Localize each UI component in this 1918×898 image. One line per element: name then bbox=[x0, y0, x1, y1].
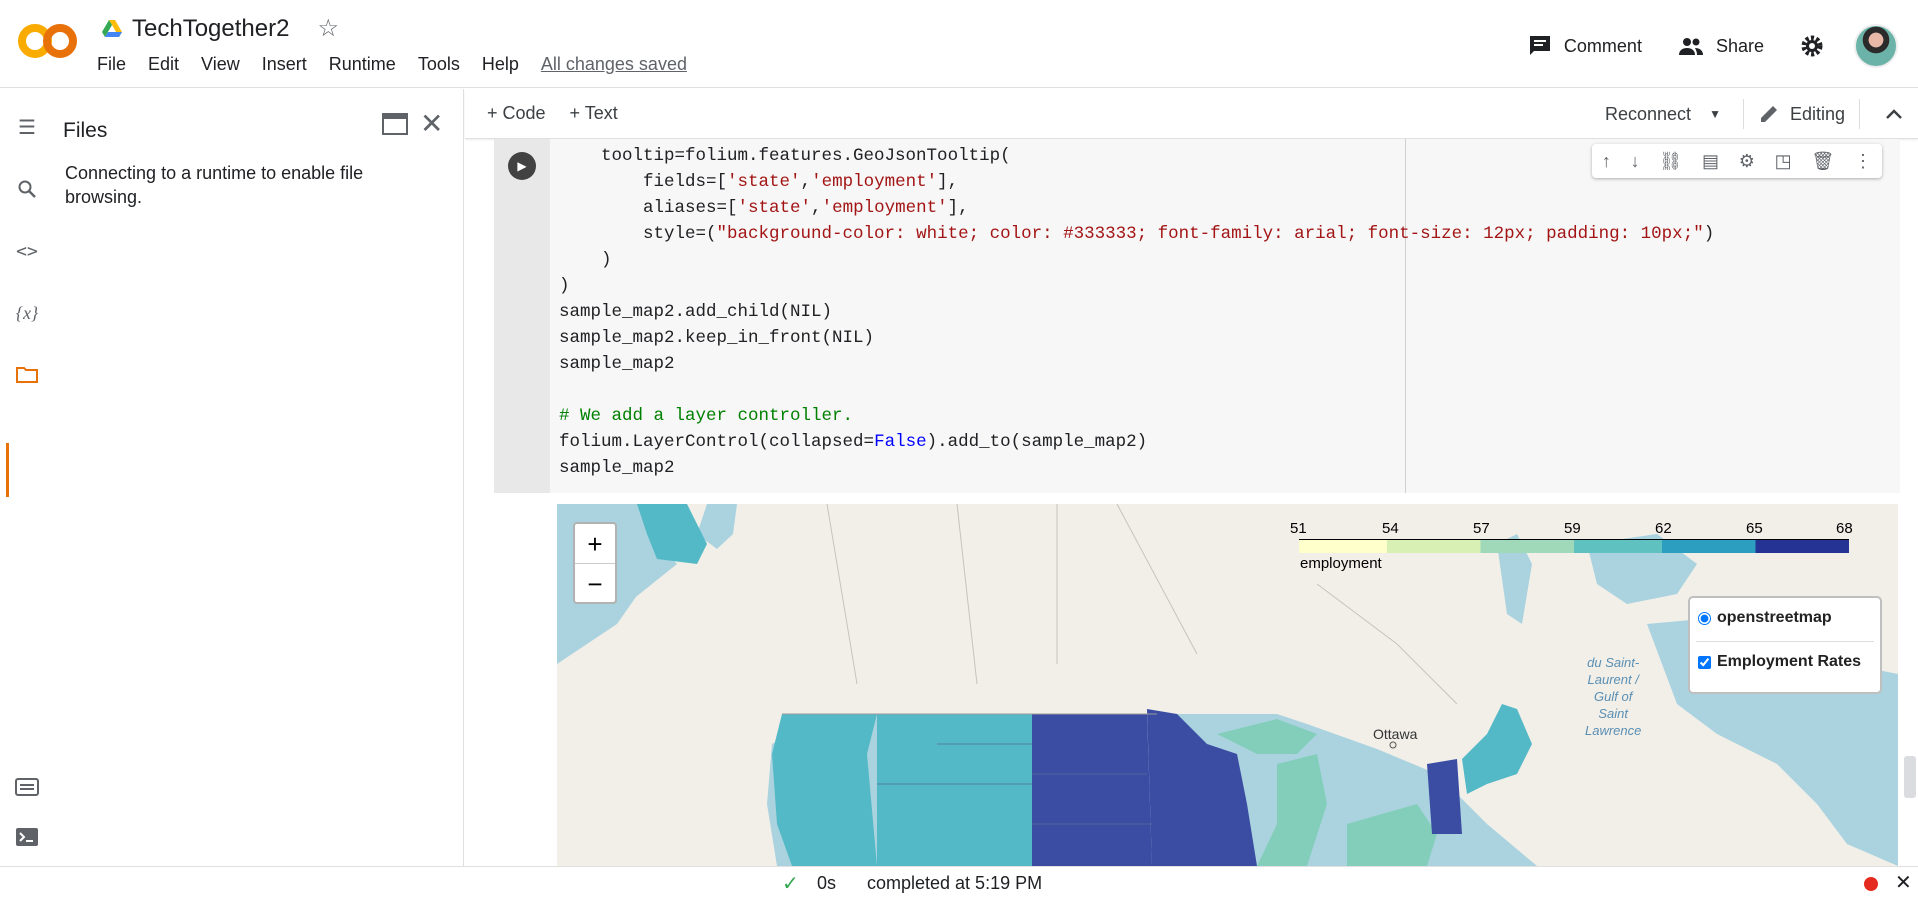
legend-label: employment bbox=[1300, 555, 1382, 572]
overlay-layer-checkbox[interactable] bbox=[1698, 655, 1711, 669]
code-line: ) bbox=[559, 276, 570, 296]
chevron-down-icon[interactable]: ▼ bbox=[1709, 107, 1721, 121]
menu-file[interactable]: File bbox=[97, 54, 126, 75]
code-line: sample_map2.keep_in_front(NIL) bbox=[559, 328, 875, 348]
menu-runtime[interactable]: Runtime bbox=[329, 54, 396, 75]
comment-button[interactable]: Comment bbox=[1528, 35, 1642, 57]
comment-icon bbox=[1529, 36, 1550, 55]
share-label: Share bbox=[1715, 35, 1764, 56]
run-cell-button[interactable]: ▶ bbox=[508, 152, 536, 180]
colab-logo[interactable] bbox=[18, 22, 78, 60]
scrollbar-thumb[interactable] bbox=[1904, 756, 1916, 798]
menu-insert[interactable]: Insert bbox=[262, 54, 307, 75]
command-palette-icon[interactable] bbox=[14, 777, 40, 803]
settings-icon[interactable]: ⚙ bbox=[1739, 151, 1755, 172]
mirror-cell-icon[interactable]: ◳ bbox=[1775, 151, 1792, 172]
star-icon[interactable]: ☆ bbox=[317, 14, 339, 43]
execution-status[interactable]: completed at 5:19 PM bbox=[867, 873, 1042, 894]
map-label-ottawa: Ottawa bbox=[1373, 726, 1418, 742]
execution-duration[interactable]: 0s bbox=[817, 873, 836, 894]
comment-label: Comment bbox=[1563, 35, 1642, 56]
editing-mode-button[interactable]: Editing bbox=[1790, 104, 1845, 125]
move-down-icon[interactable]: ↓ bbox=[1631, 151, 1640, 172]
toolbar-divider bbox=[1742, 99, 1744, 129]
more-options-icon[interactable]: ⋮ bbox=[1854, 151, 1872, 172]
code-line: sample_map2.add_child(NIL) bbox=[559, 302, 833, 322]
reconnect-button[interactable]: Reconnect bbox=[1605, 104, 1691, 125]
map-label-gulf: du Saint- Laurent / Gulf of Saint Lawren… bbox=[1585, 655, 1642, 738]
open-in-tab-icon[interactable] bbox=[382, 113, 408, 142]
code-line: ) bbox=[559, 250, 612, 270]
people-icon bbox=[1678, 38, 1703, 55]
menu-bar: File Edit View Insert Runtime Tools Help… bbox=[97, 54, 709, 75]
code-line: style=("background-color: white; color: … bbox=[559, 224, 1715, 244]
code-line: tooltip=folium.features.GeoJsonTooltip( bbox=[559, 146, 1011, 166]
runtime-status-dot bbox=[1864, 877, 1878, 891]
user-avatar[interactable] bbox=[1854, 24, 1898, 68]
notebook-toolbar: + Code + Text Reconnect ▼ Editing bbox=[465, 89, 1918, 139]
files-title: Files bbox=[63, 119, 108, 142]
base-layer-radio[interactable] bbox=[1698, 611, 1711, 625]
zoom-out-button[interactable]: − bbox=[575, 564, 615, 604]
base-layer-label: openstreetmap bbox=[1717, 609, 1832, 626]
files-status-message: Connecting to a runtime to enable file b… bbox=[65, 163, 364, 207]
code-snippets-icon[interactable]: <> bbox=[14, 241, 40, 267]
code-comment: # We add a layer controller. bbox=[559, 406, 854, 426]
pencil-icon bbox=[1760, 106, 1777, 122]
cell-toolbar: ↑ ↓ ⛓ ▤ ⚙ ◳ 🗑 ⋮ bbox=[1592, 144, 1882, 178]
variables-icon[interactable]: {x} bbox=[14, 303, 40, 329]
share-button[interactable]: Share bbox=[1678, 36, 1764, 57]
code-editor[interactable]: tooltip=folium.features.GeoJsonTooltip( … bbox=[559, 143, 1714, 481]
code-line: aliases=['state','employment'], bbox=[559, 198, 969, 218]
layer-control-divider bbox=[1696, 641, 1874, 642]
delete-icon[interactable]: 🗑 bbox=[1811, 151, 1834, 172]
close-icon[interactable]: ✕ bbox=[420, 107, 443, 140]
overlay-layer-label: Employment Rates bbox=[1717, 653, 1862, 670]
code-line: fields=['state','employment'], bbox=[559, 172, 959, 192]
link-icon[interactable]: ⛓ bbox=[1659, 151, 1682, 172]
legend-tick: 51 bbox=[1290, 520, 1307, 537]
legend-tick: 68 bbox=[1836, 520, 1853, 537]
code-line: sample_map2 bbox=[559, 458, 675, 478]
toolbar-divider bbox=[1859, 99, 1860, 129]
files-panel: Files ✕ Connecting to a runtime to enabl… bbox=[52, 89, 464, 866]
menu-edit[interactable]: Edit bbox=[148, 54, 179, 75]
comment-cell-icon[interactable]: ▤ bbox=[1702, 151, 1719, 172]
close-status-icon[interactable]: ✕ bbox=[1895, 870, 1912, 895]
code-line: folium.LayerControl(collapsed=False).add… bbox=[559, 432, 1148, 452]
zoom-control: + − bbox=[573, 522, 617, 604]
legend-tick: 59 bbox=[1564, 520, 1581, 537]
menu-help[interactable]: Help bbox=[482, 54, 519, 75]
notebook-title[interactable]: TechTogether2 bbox=[132, 15, 289, 43]
table-of-contents-icon[interactable]: ☰ bbox=[14, 115, 40, 141]
layer-control: openstreetmap Employment Rates bbox=[1688, 596, 1882, 694]
legend-tick: 62 bbox=[1655, 520, 1672, 537]
legend-tick: 57 bbox=[1473, 520, 1490, 537]
folder-icon[interactable] bbox=[14, 365, 40, 391]
legend-tick: 65 bbox=[1746, 520, 1763, 537]
menu-tools[interactable]: Tools bbox=[418, 54, 460, 75]
google-drive-icon bbox=[102, 19, 122, 37]
save-status[interactable]: All changes saved bbox=[541, 54, 687, 75]
menu-view[interactable]: View bbox=[201, 54, 240, 75]
check-icon: ✓ bbox=[782, 873, 799, 895]
app-header: TechTogether2 ☆ File Edit View Insert Ru… bbox=[0, 0, 1918, 88]
legend-tick: 54 bbox=[1382, 520, 1399, 537]
add-text-button[interactable]: + Text bbox=[570, 103, 618, 124]
gear-icon[interactable] bbox=[1800, 34, 1824, 58]
add-code-button[interactable]: + Code bbox=[487, 103, 546, 124]
chevron-up-icon[interactable] bbox=[1884, 107, 1904, 121]
search-icon[interactable] bbox=[14, 179, 40, 205]
code-line: sample_map2 bbox=[559, 354, 675, 374]
cell-gutter bbox=[494, 139, 550, 493]
move-up-icon[interactable]: ↑ bbox=[1602, 151, 1611, 172]
legend-gradient bbox=[1299, 539, 1849, 553]
color-legend: 51 54 57 59 62 65 68 employment bbox=[1290, 519, 1853, 579]
status-bar: ✓ 0s completed at 5:19 PM ✕ bbox=[0, 866, 1918, 898]
zoom-in-button[interactable]: + bbox=[575, 524, 615, 564]
left-rail: ☰ <> {x} bbox=[0, 89, 52, 866]
active-indicator bbox=[6, 443, 9, 497]
terminal-icon[interactable] bbox=[14, 827, 40, 853]
